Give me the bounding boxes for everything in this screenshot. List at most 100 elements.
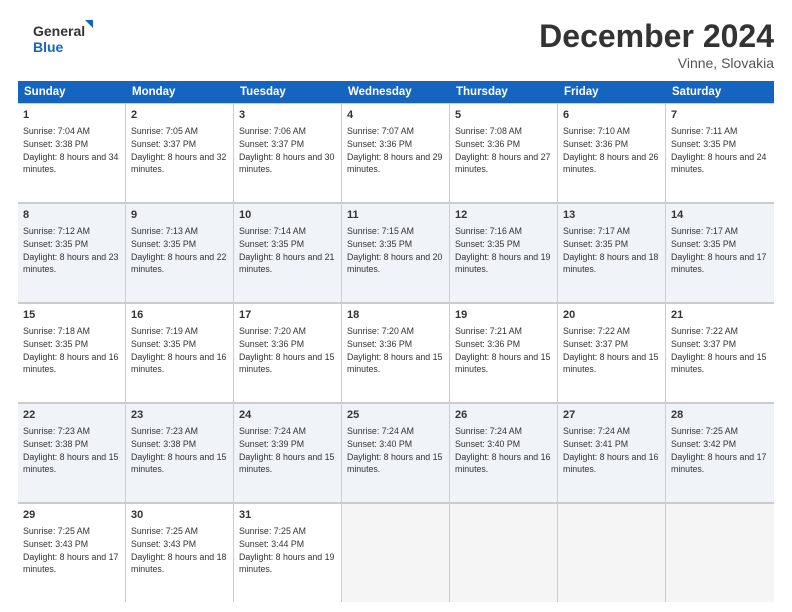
sunset-info: Sunset: 3:40 PM <box>347 439 412 449</box>
daylight-info: Daylight: 8 hours and 17 minutes. <box>671 252 766 275</box>
daylight-info: Daylight: 8 hours and 24 minutes. <box>671 152 766 175</box>
day-cell-1: 1 Sunrise: 7:04 AM Sunset: 3:38 PM Dayli… <box>18 103 126 202</box>
day-number: 4 <box>347 108 444 123</box>
daylight-info: Daylight: 8 hours and 20 minutes. <box>347 252 442 275</box>
sunset-info: Sunset: 3:36 PM <box>239 339 304 349</box>
header-day-tuesday: Tuesday <box>234 81 342 103</box>
day-cell-15: 15 Sunrise: 7:18 AM Sunset: 3:35 PM Dayl… <box>18 303 126 402</box>
day-number: 1 <box>23 108 120 123</box>
header-day-thursday: Thursday <box>450 81 558 103</box>
daylight-info: Daylight: 8 hours and 15 minutes. <box>563 352 658 375</box>
day-cell-17: 17 Sunrise: 7:20 AM Sunset: 3:36 PM Dayl… <box>234 303 342 402</box>
header-day-saturday: Saturday <box>666 81 774 103</box>
sunrise-info: Sunrise: 7:17 AM <box>671 226 738 236</box>
sunrise-info: Sunrise: 7:23 AM <box>131 426 198 436</box>
sunset-info: Sunset: 3:35 PM <box>671 139 736 149</box>
sunset-info: Sunset: 3:35 PM <box>347 239 412 249</box>
calendar-week-2: 8 Sunrise: 7:12 AM Sunset: 3:35 PM Dayli… <box>18 203 774 303</box>
sunrise-info: Sunrise: 7:24 AM <box>239 426 306 436</box>
sunset-info: Sunset: 3:35 PM <box>131 239 196 249</box>
calendar-week-1: 1 Sunrise: 7:04 AM Sunset: 3:38 PM Dayli… <box>18 103 774 203</box>
daylight-info: Daylight: 8 hours and 15 minutes. <box>239 352 334 375</box>
sunrise-info: Sunrise: 7:08 AM <box>455 126 522 136</box>
day-cell-9: 9 Sunrise: 7:13 AM Sunset: 3:35 PM Dayli… <box>126 203 234 302</box>
sunrise-info: Sunrise: 7:10 AM <box>563 126 630 136</box>
day-number: 3 <box>239 108 336 123</box>
sunrise-info: Sunrise: 7:25 AM <box>23 526 90 536</box>
header-day-sunday: Sunday <box>18 81 126 103</box>
sunrise-info: Sunrise: 7:25 AM <box>671 426 738 436</box>
daylight-info: Daylight: 8 hours and 15 minutes. <box>239 452 334 475</box>
daylight-info: Daylight: 8 hours and 15 minutes. <box>23 452 118 475</box>
daylight-info: Daylight: 8 hours and 27 minutes. <box>455 152 550 175</box>
day-number: 13 <box>563 208 660 223</box>
sunrise-info: Sunrise: 7:11 AM <box>671 126 737 136</box>
sunset-info: Sunset: 3:35 PM <box>239 239 304 249</box>
day-cell-25: 25 Sunrise: 7:24 AM Sunset: 3:40 PM Dayl… <box>342 403 450 502</box>
day-number: 16 <box>131 308 228 323</box>
sunrise-info: Sunrise: 7:15 AM <box>347 226 414 236</box>
calendar-week-5: 29 Sunrise: 7:25 AM Sunset: 3:43 PM Dayl… <box>18 503 774 602</box>
calendar-week-4: 22 Sunrise: 7:23 AM Sunset: 3:38 PM Dayl… <box>18 403 774 503</box>
daylight-info: Daylight: 8 hours and 19 minutes. <box>455 252 550 275</box>
day-cell-20: 20 Sunrise: 7:22 AM Sunset: 3:37 PM Dayl… <box>558 303 666 402</box>
day-number: 2 <box>131 108 228 123</box>
sunset-info: Sunset: 3:35 PM <box>563 239 628 249</box>
sunset-info: Sunset: 3:44 PM <box>239 539 304 549</box>
day-cell-7: 7 Sunrise: 7:11 AM Sunset: 3:35 PM Dayli… <box>666 103 774 202</box>
day-cell-19: 19 Sunrise: 7:21 AM Sunset: 3:36 PM Dayl… <box>450 303 558 402</box>
header-day-wednesday: Wednesday <box>342 81 450 103</box>
svg-text:Blue: Blue <box>33 39 64 55</box>
day-cell-27: 27 Sunrise: 7:24 AM Sunset: 3:41 PM Dayl… <box>558 403 666 502</box>
daylight-info: Daylight: 8 hours and 32 minutes. <box>131 152 226 175</box>
sunset-info: Sunset: 3:35 PM <box>131 339 196 349</box>
day-cell-23: 23 Sunrise: 7:23 AM Sunset: 3:38 PM Dayl… <box>126 403 234 502</box>
sunset-info: Sunset: 3:37 PM <box>131 139 196 149</box>
sunrise-info: Sunrise: 7:24 AM <box>347 426 414 436</box>
daylight-info: Daylight: 8 hours and 19 minutes. <box>239 552 334 575</box>
sunset-info: Sunset: 3:35 PM <box>671 239 736 249</box>
sunrise-info: Sunrise: 7:25 AM <box>239 526 306 536</box>
daylight-info: Daylight: 8 hours and 16 minutes. <box>563 452 658 475</box>
empty-cell <box>558 503 666 602</box>
day-number: 6 <box>563 108 660 123</box>
day-number: 8 <box>23 208 120 223</box>
sunset-info: Sunset: 3:36 PM <box>347 339 412 349</box>
sunrise-info: Sunrise: 7:04 AM <box>23 126 90 136</box>
daylight-info: Daylight: 8 hours and 17 minutes. <box>23 552 118 575</box>
sunset-info: Sunset: 3:37 PM <box>671 339 736 349</box>
day-cell-6: 6 Sunrise: 7:10 AM Sunset: 3:36 PM Dayli… <box>558 103 666 202</box>
day-number: 21 <box>671 308 769 323</box>
day-cell-16: 16 Sunrise: 7:19 AM Sunset: 3:35 PM Dayl… <box>126 303 234 402</box>
sunrise-info: Sunrise: 7:05 AM <box>131 126 198 136</box>
day-cell-14: 14 Sunrise: 7:17 AM Sunset: 3:35 PM Dayl… <box>666 203 774 302</box>
sunset-info: Sunset: 3:43 PM <box>23 539 88 549</box>
daylight-info: Daylight: 8 hours and 15 minutes. <box>455 352 550 375</box>
daylight-info: Daylight: 8 hours and 22 minutes. <box>131 252 226 275</box>
sunset-info: Sunset: 3:37 PM <box>239 139 304 149</box>
logo-svg: General Blue <box>18 18 108 58</box>
sunset-info: Sunset: 3:35 PM <box>23 239 88 249</box>
daylight-info: Daylight: 8 hours and 16 minutes. <box>23 352 118 375</box>
sunrise-info: Sunrise: 7:13 AM <box>131 226 198 236</box>
svg-text:General: General <box>33 23 85 39</box>
sunrise-info: Sunrise: 7:19 AM <box>131 326 198 336</box>
empty-cell <box>450 503 558 602</box>
day-cell-5: 5 Sunrise: 7:08 AM Sunset: 3:36 PM Dayli… <box>450 103 558 202</box>
sunrise-info: Sunrise: 7:23 AM <box>23 426 90 436</box>
daylight-info: Daylight: 8 hours and 15 minutes. <box>347 352 442 375</box>
day-number: 22 <box>23 408 120 423</box>
day-number: 19 <box>455 308 552 323</box>
daylight-info: Daylight: 8 hours and 15 minutes. <box>347 452 442 475</box>
sunrise-info: Sunrise: 7:17 AM <box>563 226 630 236</box>
sunrise-info: Sunrise: 7:14 AM <box>239 226 306 236</box>
sunrise-info: Sunrise: 7:25 AM <box>131 526 198 536</box>
header: General Blue December 2024 Vinne, Slovak… <box>18 18 774 71</box>
daylight-info: Daylight: 8 hours and 21 minutes. <box>239 252 334 275</box>
day-number: 5 <box>455 108 552 123</box>
day-number: 23 <box>131 408 228 423</box>
daylight-info: Daylight: 8 hours and 23 minutes. <box>23 252 118 275</box>
calendar: SundayMondayTuesdayWednesdayThursdayFrid… <box>18 81 774 602</box>
sunset-info: Sunset: 3:37 PM <box>563 339 628 349</box>
sunset-info: Sunset: 3:35 PM <box>23 339 88 349</box>
